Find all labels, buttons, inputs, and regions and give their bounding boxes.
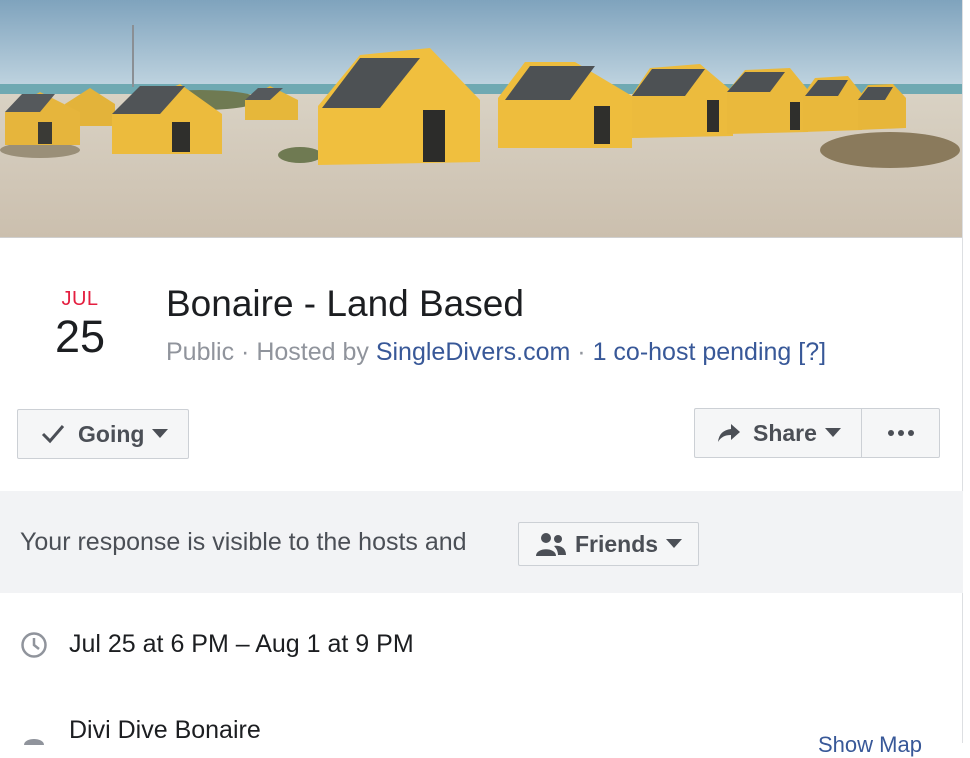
- going-label: Going: [78, 420, 145, 447]
- pin-icon: [24, 739, 44, 745]
- event-cover-photo[interactable]: [0, 0, 963, 238]
- chevron-down-icon: [824, 428, 841, 437]
- event-host-line: Public · Hosted by SingleDivers.com · 1 …: [166, 335, 826, 369]
- show-map-link[interactable]: Show Map: [818, 732, 922, 758]
- check-icon: [41, 425, 65, 444]
- share-label: Share: [753, 419, 817, 446]
- event-location-name[interactable]: Divi Dive Bonaire: [69, 716, 261, 745]
- separator-dot: ·: [234, 338, 257, 366]
- event-date: JUL 25: [40, 286, 120, 362]
- event-date-month: JUL: [61, 288, 99, 310]
- more-dots-icon: [887, 430, 914, 436]
- response-visibility-text: Your response is visible to the hosts an…: [20, 528, 467, 556]
- event-time-text: Jul 25 at 6 PM – Aug 1 at 9 PM: [69, 630, 414, 658]
- friends-icon: [536, 533, 566, 556]
- more-options-button[interactable]: [861, 408, 940, 458]
- cover-illustration: [0, 0, 963, 237]
- page-scrollbar[interactable]: [962, 0, 970, 743]
- share-button[interactable]: Share: [694, 408, 862, 458]
- event-title: Bonaire - Land Based: [166, 283, 524, 324]
- hosted-by-prefix: Hosted by: [256, 338, 376, 366]
- clock-icon: [21, 631, 47, 658]
- audience-selector-button[interactable]: Friends: [518, 522, 699, 566]
- chevron-down-icon: [152, 429, 169, 438]
- event-privacy: Public: [166, 338, 235, 366]
- cohost-pending-link[interactable]: 1 co-host pending [?]: [593, 338, 827, 366]
- event-date-day: 25: [54, 311, 106, 362]
- share-arrow-icon: [718, 424, 740, 442]
- event-time-row[interactable]: Jul 25 at 6 PM – Aug 1 at 9 PM: [20, 630, 414, 659]
- separator-dot: ·: [570, 338, 593, 366]
- going-button[interactable]: Going: [17, 409, 189, 459]
- audience-label: Friends: [575, 530, 659, 557]
- chevron-down-icon: [666, 539, 683, 548]
- host-link[interactable]: SingleDivers.com: [376, 338, 571, 366]
